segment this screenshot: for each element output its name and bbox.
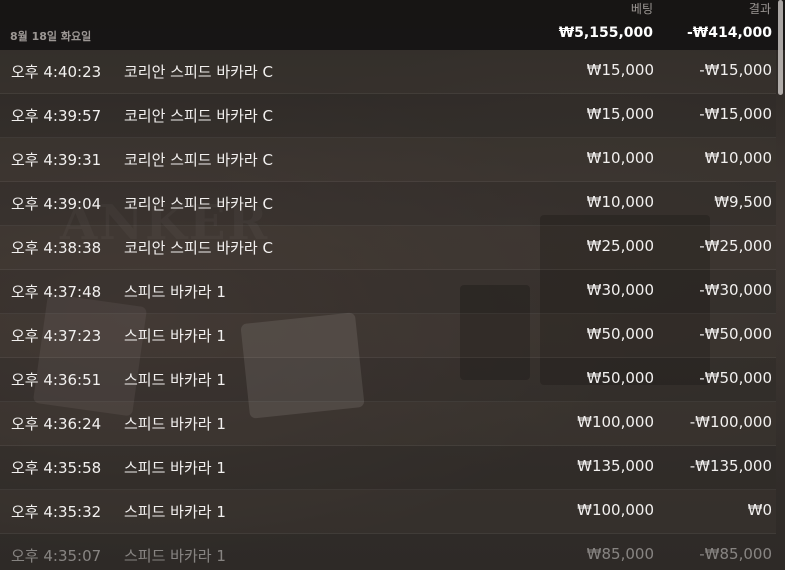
total-bet: ₩5,155,000 xyxy=(558,25,653,41)
list-item[interactable]: 오후 4:35:58 스피드 바카라 1 ₩135,000 -₩135,000 xyxy=(0,446,776,490)
row-time: 오후 4:38:38 xyxy=(11,239,102,257)
row-bet: ₩25,000 xyxy=(586,237,654,255)
date-group-header: 8월 18일 화요일 ₩5,155,000 -₩414,000 xyxy=(0,20,785,50)
row-time: 오후 4:39:31 xyxy=(11,151,102,169)
row-result: ₩0 xyxy=(747,501,772,519)
row-game: 코리안 스피드 바카라 C xyxy=(124,239,273,257)
row-time: 오후 4:35:32 xyxy=(11,503,102,521)
row-result: -₩30,000 xyxy=(699,281,772,299)
row-time: 오후 4:39:57 xyxy=(11,107,102,125)
row-game: 코리안 스피드 바카라 C xyxy=(124,151,273,169)
row-bet: ₩135,000 xyxy=(577,457,654,475)
list-item[interactable]: 오후 4:38:38 코리안 스피드 바카라 C ₩25,000 -₩25,00… xyxy=(0,226,776,270)
row-result: ₩9,500 xyxy=(714,193,772,211)
bet-history-panel: ANKER 베팅 결과 8월 18일 화요일 ₩5,155,000 -₩414,… xyxy=(0,0,785,570)
row-result: -₩85,000 xyxy=(699,545,772,563)
row-time: 오후 4:36:24 xyxy=(11,415,102,433)
row-game: 스피드 바카라 1 xyxy=(124,283,226,301)
row-result: -₩135,000 xyxy=(689,457,772,475)
result-column-header: 결과 xyxy=(748,2,771,16)
list-item[interactable]: 오후 4:35:32 스피드 바카라 1 ₩100,000 ₩0 xyxy=(0,490,776,534)
row-result: -₩100,000 xyxy=(689,413,772,431)
row-result: -₩50,000 xyxy=(699,369,772,387)
row-game: 스피드 바카라 1 xyxy=(124,547,226,565)
row-bet: ₩15,000 xyxy=(586,105,654,123)
row-game: 스피드 바카라 1 xyxy=(124,503,226,521)
row-time: 오후 4:35:07 xyxy=(11,547,102,565)
row-game: 스피드 바카라 1 xyxy=(124,459,226,477)
list-item[interactable]: 오후 4:36:51 스피드 바카라 1 ₩50,000 -₩50,000 xyxy=(0,358,776,402)
list-item[interactable]: 오후 4:40:23 코리안 스피드 바카라 C ₩15,000 -₩15,00… xyxy=(0,50,776,94)
row-bet: ₩10,000 xyxy=(586,149,654,167)
row-result: ₩10,000 xyxy=(704,149,772,167)
row-result: -₩25,000 xyxy=(699,237,772,255)
list-item[interactable]: 오후 4:39:31 코리안 스피드 바카라 C ₩10,000 ₩10,000 xyxy=(0,138,776,182)
row-time: 오후 4:35:58 xyxy=(11,459,102,477)
list-item[interactable]: 오후 4:39:04 코리안 스피드 바카라 C ₩10,000 ₩9,500 xyxy=(0,182,776,226)
row-bet: ₩100,000 xyxy=(577,413,654,431)
row-game: 스피드 바카라 1 xyxy=(124,327,226,345)
list-item[interactable]: 오후 4:37:23 스피드 바카라 1 ₩50,000 -₩50,000 xyxy=(0,314,776,358)
vertical-scrollbar[interactable] xyxy=(778,0,783,95)
row-time: 오후 4:37:48 xyxy=(11,283,102,301)
list-item[interactable]: 오후 4:36:24 스피드 바카라 1 ₩100,000 -₩100,000 xyxy=(0,402,776,446)
total-result: -₩414,000 xyxy=(686,25,772,41)
row-bet: ₩85,000 xyxy=(586,545,654,563)
row-bet: ₩50,000 xyxy=(586,325,654,343)
row-game: 스피드 바카라 1 xyxy=(124,371,226,389)
row-game: 코리안 스피드 바카라 C xyxy=(124,195,273,213)
row-bet: ₩15,000 xyxy=(586,61,654,79)
row-time: 오후 4:39:04 xyxy=(11,195,102,213)
row-result: -₩50,000 xyxy=(699,325,772,343)
row-result: -₩15,000 xyxy=(699,61,772,79)
bet-history-list: 오후 4:40:23 코리안 스피드 바카라 C ₩15,000 -₩15,00… xyxy=(0,50,776,570)
list-item[interactable]: 오후 4:39:57 코리안 스피드 바카라 C ₩15,000 -₩15,00… xyxy=(0,94,776,138)
row-bet: ₩100,000 xyxy=(577,501,654,519)
row-result: -₩15,000 xyxy=(699,105,772,123)
bet-column-header: 베팅 xyxy=(630,2,653,16)
row-time: 오후 4:36:51 xyxy=(11,371,102,389)
row-bet: ₩50,000 xyxy=(586,369,654,387)
row-game: 스피드 바카라 1 xyxy=(124,415,226,433)
row-bet: ₩30,000 xyxy=(586,281,654,299)
row-game: 코리안 스피드 바카라 C xyxy=(124,107,273,125)
row-time: 오후 4:37:23 xyxy=(11,327,102,345)
list-item[interactable]: 오후 4:35:07 스피드 바카라 1 ₩85,000 -₩85,000 xyxy=(0,534,776,570)
list-item[interactable]: 오후 4:37:48 스피드 바카라 1 ₩30,000 -₩30,000 xyxy=(0,270,776,314)
row-time: 오후 4:40:23 xyxy=(11,63,102,81)
date-label: 8월 18일 화요일 xyxy=(10,30,92,43)
row-game: 코리안 스피드 바카라 C xyxy=(124,63,273,81)
column-header: 베팅 결과 xyxy=(0,0,785,20)
row-bet: ₩10,000 xyxy=(586,193,654,211)
